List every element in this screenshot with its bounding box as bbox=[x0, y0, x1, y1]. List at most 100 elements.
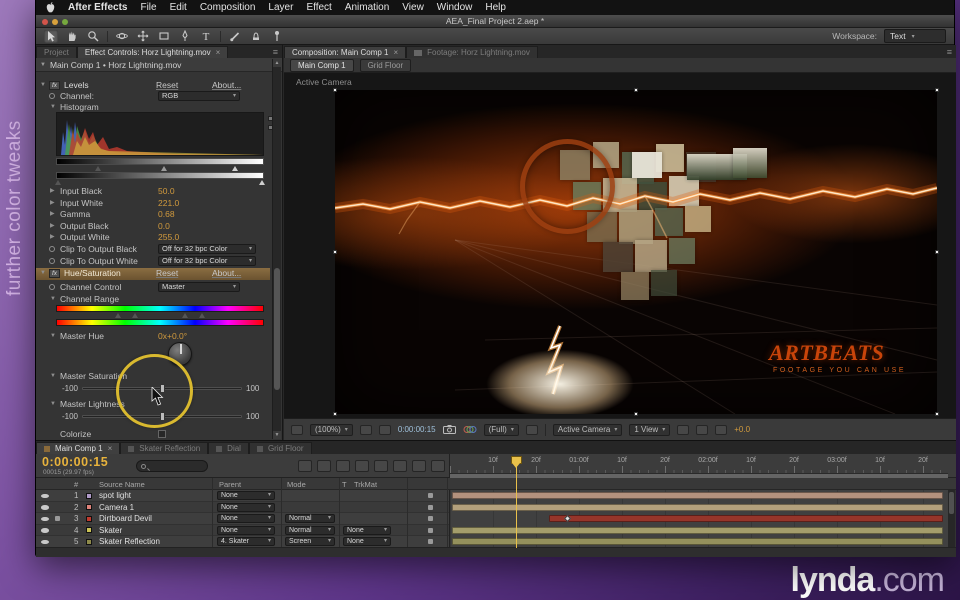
track-matte-select[interactable]: None ▾ bbox=[343, 525, 391, 535]
nav-grid-floor-button[interactable]: Grid Floor bbox=[359, 58, 412, 72]
layer-row[interactable]: 3 Dirtboard Devil None ▾ Normal ▾ bbox=[36, 513, 449, 525]
frame-blending-icon[interactable] bbox=[355, 460, 369, 472]
clone-stamp-tool-icon[interactable] bbox=[249, 30, 263, 43]
grid-options-icon[interactable] bbox=[359, 424, 372, 435]
column-parent[interactable]: Parent bbox=[219, 480, 241, 489]
timeline-tab-grid-floor[interactable]: Grid Floor bbox=[248, 442, 312, 454]
menu-help[interactable]: Help bbox=[485, 2, 506, 13]
column-mode[interactable]: Mode bbox=[287, 480, 306, 489]
menu-view[interactable]: View bbox=[402, 2, 424, 13]
input-black-marker[interactable] bbox=[94, 166, 101, 171]
twirl-right-icon[interactable]: ▶ bbox=[50, 221, 55, 232]
menu-layer[interactable]: Layer bbox=[268, 2, 293, 13]
menu-edit[interactable]: Edit bbox=[170, 2, 187, 13]
composition-viewer[interactable]: Active Camera ARTBEATS FOOTAGE YOU CAN U… bbox=[284, 73, 956, 418]
range-marker[interactable] bbox=[115, 313, 122, 318]
current-time-indicator-line[interactable] bbox=[516, 460, 517, 548]
levels-about-button[interactable]: About... bbox=[212, 80, 241, 91]
timeline-scrollbar[interactable] bbox=[948, 490, 955, 548]
parent-select[interactable]: None ▾ bbox=[217, 491, 275, 500]
mask-shape-tool-icon[interactable] bbox=[157, 30, 171, 43]
snapshot-camera-icon[interactable] bbox=[442, 425, 456, 434]
audio-icon[interactable] bbox=[55, 516, 60, 521]
tab-composition[interactable]: Composition: Main Comp 1 × bbox=[284, 46, 407, 58]
input-white-value[interactable]: 221.0 bbox=[158, 198, 179, 209]
current-timecode[interactable]: 0:00:00:15 bbox=[42, 455, 108, 469]
comp-handle[interactable] bbox=[935, 250, 939, 254]
layer-color-chip[interactable] bbox=[86, 538, 92, 545]
column-t[interactable]: T bbox=[342, 480, 347, 489]
hue-saturation-reset-button[interactable]: Reset bbox=[156, 268, 178, 279]
parent-select[interactable]: 4. Skater ▾ bbox=[217, 537, 275, 546]
scroll-up-icon[interactable]: ▲ bbox=[273, 59, 281, 67]
parent-select[interactable]: None ▾ bbox=[217, 502, 275, 512]
comp-handle[interactable] bbox=[634, 412, 638, 416]
levels-reset-button[interactable]: Reset bbox=[156, 80, 178, 91]
twirl-down-icon[interactable]: ▼ bbox=[40, 268, 46, 279]
timeline-tab-skater-reflection[interactable]: Skater Reflection bbox=[120, 442, 209, 454]
channel-display-icon[interactable] bbox=[463, 425, 477, 434]
input-black-value[interactable]: 50.0 bbox=[158, 186, 175, 197]
timeline-tab-dial[interactable]: Dial bbox=[208, 442, 249, 454]
switch-icon[interactable] bbox=[428, 516, 433, 521]
comp-handle[interactable] bbox=[333, 250, 337, 254]
layer-row[interactable]: 1 spot light None ▾ bbox=[36, 490, 449, 502]
apple-menu-icon[interactable] bbox=[46, 2, 55, 13]
layer-duration-bar[interactable] bbox=[452, 492, 943, 499]
range-marker[interactable] bbox=[198, 313, 205, 318]
twirl-down-icon[interactable]: ▼ bbox=[50, 371, 56, 382]
close-window-button[interactable] bbox=[42, 18, 48, 25]
motion-blur-icon[interactable] bbox=[374, 460, 388, 472]
layer-duration-bar[interactable] bbox=[549, 515, 943, 522]
brush-tool-icon[interactable] bbox=[228, 30, 242, 43]
n​av-main-comp-button[interactable]: Main Comp 1 bbox=[290, 58, 354, 72]
layer-row[interactable]: 5 Skater Reflection 4. Skater ▾ Screen ▾ N… bbox=[36, 536, 449, 548]
blend-mode-select[interactable]: Normal ▾ bbox=[285, 525, 335, 535]
input-white-marker[interactable] bbox=[231, 166, 238, 171]
comp-handle[interactable] bbox=[935, 88, 939, 92]
timeline-search-input[interactable] bbox=[136, 460, 208, 472]
zoom-tool-icon[interactable] bbox=[86, 30, 100, 43]
master-hue-value[interactable]: 0x+0.0° bbox=[158, 331, 187, 342]
twirl-down-icon[interactable]: ▼ bbox=[50, 399, 56, 410]
layer-row[interactable]: 4 Skater None ▾ Normal ▾ None ▾ bbox=[36, 525, 449, 536]
selection-tool-icon[interactable] bbox=[44, 29, 58, 43]
magnification-select[interactable]: (100%) ▾ bbox=[310, 423, 353, 436]
menu-animation[interactable]: Animation bbox=[345, 2, 389, 13]
effect-controls-scrollbar[interactable]: ▲ ▼ bbox=[272, 59, 281, 439]
effect-hue-saturation-header[interactable]: ▼ fx Hue/Saturation Reset About... bbox=[36, 268, 270, 280]
layer-duration-bar[interactable] bbox=[452, 503, 943, 511]
eye-icon[interactable] bbox=[41, 516, 49, 521]
tab-project[interactable]: Project bbox=[36, 46, 77, 58]
scrollbar-thumb[interactable] bbox=[274, 268, 280, 390]
exposure-value[interactable]: +0.0 bbox=[734, 425, 750, 434]
eye-icon[interactable] bbox=[41, 505, 49, 510]
3d-view-select[interactable]: Active Camera ▾ bbox=[552, 423, 623, 436]
blend-mode-select[interactable]: Normal ▾ bbox=[285, 514, 335, 523]
output-white-value[interactable]: 255.0 bbox=[158, 232, 179, 243]
composition-mini-flowchart-icon[interactable] bbox=[298, 460, 312, 472]
scroll-down-icon[interactable]: ▼ bbox=[273, 431, 281, 439]
column-trkmat[interactable]: TrkMat bbox=[354, 480, 377, 489]
menu-after-effects[interactable]: After Effects bbox=[68, 2, 127, 13]
track-matte-select[interactable]: None ▾ bbox=[343, 537, 391, 546]
pen-tool-icon[interactable] bbox=[178, 30, 192, 43]
brainstorm-icon[interactable] bbox=[393, 460, 407, 472]
menu-effect[interactable]: Effect bbox=[306, 2, 331, 13]
clip-output-white-select[interactable]: Off for 32 bpc Color ▾ bbox=[158, 256, 256, 266]
panel-menu-icon[interactable]: ≡ bbox=[273, 47, 278, 57]
twirl-right-icon[interactable]: ▶ bbox=[50, 198, 55, 209]
preview-option-icon[interactable] bbox=[291, 424, 303, 435]
stopwatch-icon[interactable] bbox=[49, 284, 55, 290]
resolution-select[interactable]: (Full) ▾ bbox=[483, 423, 519, 436]
twirl-down-icon[interactable]: ▼ bbox=[50, 294, 56, 305]
scrollbar-thumb[interactable] bbox=[949, 492, 954, 514]
draft-3d-icon[interactable] bbox=[317, 460, 331, 472]
tab-footage[interactable]: Footage: Horz Lightning.mov bbox=[406, 46, 538, 58]
colorize-checkbox[interactable] bbox=[158, 430, 166, 438]
stopwatch-icon[interactable] bbox=[49, 93, 55, 99]
close-icon[interactable]: × bbox=[216, 48, 221, 57]
pixel-aspect-icon[interactable] bbox=[677, 424, 690, 435]
range-marker[interactable] bbox=[181, 313, 188, 318]
comp-handle[interactable] bbox=[935, 412, 939, 416]
